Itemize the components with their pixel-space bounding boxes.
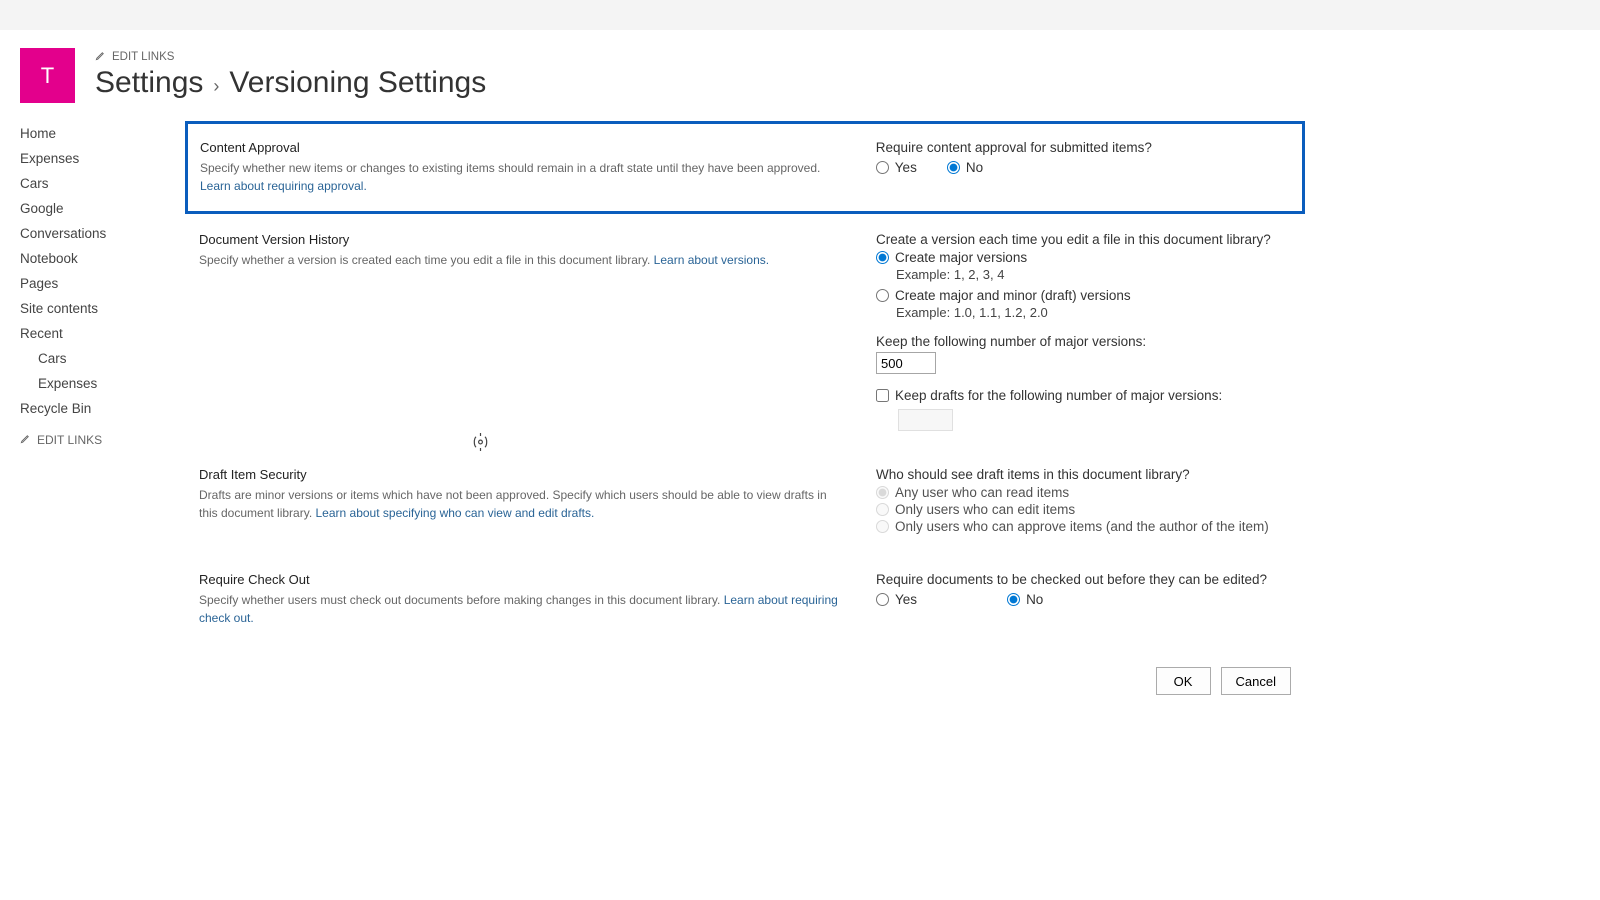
section-description: Specify whether new items or changes to … [200,159,846,195]
suite-bar [0,0,1600,30]
section-title: Content Approval [200,140,846,155]
learn-versions-link[interactable]: Learn about versions. [654,253,769,267]
section-version-history: Document Version History Specify whether… [185,214,1305,449]
cancel-button[interactable]: Cancel [1221,667,1291,695]
draft-edit-option[interactable]: Only users who can edit items [876,502,1291,517]
pencil-icon [20,433,31,447]
sidebar-item-conversations[interactable]: Conversations [20,221,175,246]
checkout-yes-option[interactable]: Yes [876,592,917,607]
version-major-radio[interactable] [876,251,889,264]
keep-drafts-checkbox[interactable] [876,389,889,402]
sidebar: Home Expenses Cars Google Conversations … [20,121,185,695]
breadcrumb: Settings › Versioning Settings [95,66,486,100]
approval-question: Require content approval for submitted i… [876,140,1290,155]
sidebar-item-notebook[interactable]: Notebook [20,246,175,271]
section-title: Draft Item Security [199,467,846,482]
sidebar-item-home[interactable]: Home [20,121,175,146]
draft-read-radio [876,486,889,499]
draft-read-label: Any user who can read items [895,485,1069,500]
sidebar-item-site-contents[interactable]: Site contents [20,296,175,321]
checkout-yes-radio[interactable] [876,593,889,606]
checkout-yes-label: Yes [895,592,917,607]
sidebar-item-expenses[interactable]: Expenses [20,146,175,171]
site-logo[interactable]: T [20,48,75,103]
version-major-option[interactable]: Create major versions [876,250,1291,265]
page-header: T EDIT LINKS Settings › Versioning Setti… [20,48,1580,103]
breadcrumb-parent[interactable]: Settings [95,66,203,100]
draft-question: Who should see draft items in this docum… [876,467,1291,482]
version-minor-label: Create major and minor (draft) versions [895,288,1131,303]
edit-links-top[interactable]: EDIT LINKS [95,50,486,64]
edit-links-sidebar[interactable]: EDIT LINKS [20,433,175,447]
sidebar-item-recent-cars[interactable]: Cars [20,346,175,371]
edit-links-label: EDIT LINKS [112,51,174,63]
section-description: Specify whether a version is created eac… [199,251,846,269]
sidebar-item-pages[interactable]: Pages [20,271,175,296]
section-title: Require Check Out [199,572,846,587]
sidebar-item-cars[interactable]: Cars [20,171,175,196]
checkout-no-option[interactable]: No [1007,592,1043,607]
learn-approval-link[interactable]: Learn about requiring approval. [200,179,367,193]
pencil-icon [95,50,106,64]
sidebar-item-google[interactable]: Google [20,196,175,221]
version-minor-option[interactable]: Create major and minor (draft) versions [876,288,1291,303]
section-description: Drafts are minor versions or items which… [199,486,846,522]
draft-approve-radio [876,520,889,533]
sidebar-item-recent-expenses[interactable]: Expenses [20,371,175,396]
sidebar-item-recent[interactable]: Recent [20,321,175,346]
draft-edit-label: Only users who can edit items [895,502,1075,517]
approval-yes-label: Yes [895,160,917,175]
checkout-question: Require documents to be checked out befo… [876,572,1291,587]
edit-links-sidebar-label: EDIT LINKS [37,433,102,447]
draft-approve-label: Only users who can approve items (and th… [895,519,1269,534]
approval-yes-radio[interactable] [876,161,889,174]
section-title: Document Version History [199,232,846,247]
keep-drafts-input [898,409,953,431]
approval-no-option[interactable]: No [947,160,983,175]
section-draft-security: Draft Item Security Drafts are minor ver… [185,449,1305,554]
sidebar-item-recycle-bin[interactable]: Recycle Bin [20,396,175,421]
page-title: Versioning Settings [229,66,486,100]
main-content: Content Approval Specify whether new ite… [185,121,1305,695]
version-question: Create a version each time you edit a fi… [876,232,1291,247]
checkout-no-radio[interactable] [1007,593,1020,606]
version-major-label: Create major versions [895,250,1027,265]
draft-approve-option[interactable]: Only users who can approve items (and th… [876,519,1291,534]
ok-button[interactable]: OK [1156,667,1211,695]
version-major-example: Example: 1, 2, 3, 4 [896,267,1291,282]
button-row: OK Cancel [185,667,1305,695]
chevron-right-icon: › [213,76,219,97]
learn-drafts-link[interactable]: Learn about specifying who can view and … [316,506,595,520]
section-description: Specify whether users must check out doc… [199,591,846,627]
version-minor-radio[interactable] [876,289,889,302]
draft-read-option[interactable]: Any user who can read items [876,485,1291,500]
approval-no-radio[interactable] [947,161,960,174]
keep-drafts-option[interactable]: Keep drafts for the following number of … [876,388,1291,403]
version-minor-example: Example: 1.0, 1.1, 1.2, 2.0 [896,305,1291,320]
draft-edit-radio [876,503,889,516]
keep-major-label: Keep the following number of major versi… [876,334,1291,349]
approval-yes-option[interactable]: Yes [876,160,917,175]
section-checkout: Require Check Out Specify whether users … [185,554,1305,645]
checkout-no-label: No [1026,592,1043,607]
keep-major-input[interactable] [876,352,936,374]
section-content-approval: Content Approval Specify whether new ite… [185,121,1305,214]
approval-no-label: No [966,160,983,175]
keep-drafts-label: Keep drafts for the following number of … [895,388,1222,403]
